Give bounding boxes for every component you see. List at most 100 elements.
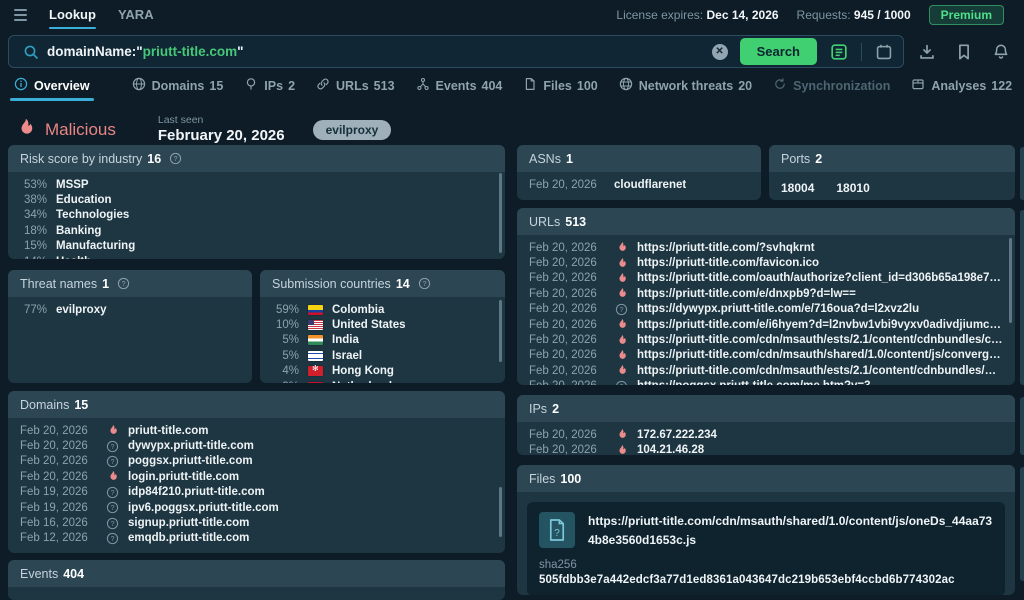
stat-label: Netherlands: [332, 381, 398, 383]
card-header: Submission countries 14 ?: [260, 270, 505, 297]
ip-link[interactable]: 104.21.46.28: [637, 444, 704, 455]
sha256-hash[interactable]: 505fdbb3e7a442edcf3a77d1ed8361a043647dc2…: [539, 574, 993, 586]
tab-label: IPs: [264, 79, 283, 93]
menu-icon[interactable]: [14, 9, 27, 21]
url-link[interactable]: https://priutt-title.com/cdn/msauth/ests…: [637, 365, 1003, 377]
date: Feb 20, 2026: [529, 380, 605, 385]
unknown-verdict-icon: ?: [105, 517, 119, 530]
url-link[interactable]: https://priutt-title.com/cdn/msauth/ests…: [637, 334, 1003, 346]
requests-label: Requests:: [797, 8, 851, 22]
url-row: Feb 20, 2026https://priutt-title.com/e/i…: [529, 317, 1003, 332]
link-icon: [316, 77, 330, 94]
cutoff-card-sliver: [1020, 397, 1024, 455]
url-link[interactable]: https://priutt-title.com/oauth/authorize…: [637, 272, 1003, 284]
file-url[interactable]: https://priutt-title.com/cdn/msauth/shar…: [588, 512, 993, 549]
tab-analyses[interactable]: Analyses 122: [911, 77, 1012, 94]
bell-icon[interactable]: [992, 43, 1010, 61]
card-title: Events: [20, 567, 58, 581]
scrollbar-thumb[interactable]: [499, 300, 502, 362]
scrollbar-thumb[interactable]: [1009, 238, 1012, 323]
help-icon[interactable]: ?: [418, 277, 431, 290]
port-value[interactable]: 18010: [836, 181, 869, 195]
domain-link[interactable]: ipv6.poggsx.priutt-title.com: [128, 502, 279, 514]
card-threat-names: Threat names 1 ? 77%evilproxy: [8, 270, 252, 383]
tab-yara[interactable]: YARA: [118, 0, 154, 30]
download-icon[interactable]: [918, 43, 936, 61]
bookmark-icon[interactable]: [955, 43, 973, 61]
search-templates-icon[interactable]: [830, 43, 848, 61]
url-link[interactable]: https://priutt-title.com/favicon.ico: [637, 257, 819, 269]
tab-network-threats[interactable]: Network threats 20: [619, 77, 752, 94]
tab-urls[interactable]: URLs 513: [316, 77, 395, 94]
help-icon[interactable]: ?: [169, 152, 182, 165]
search-button[interactable]: Search: [740, 38, 817, 65]
help-icon[interactable]: ?: [117, 277, 130, 290]
malicious-fire-icon: [14, 117, 36, 144]
svg-text:?: ?: [110, 536, 114, 543]
us-flag-icon: [308, 320, 323, 330]
domain-link[interactable]: priutt-title.com: [128, 425, 209, 437]
date: Feb 20, 2026: [529, 257, 605, 269]
clear-search-button[interactable]: ✕: [712, 44, 728, 60]
globe-grid-icon: [619, 77, 633, 94]
url-link[interactable]: https://dywypx.priutt-title.com/e/716oua…: [637, 303, 919, 315]
domain-row: Feb 20, 2026priutt-title.com: [20, 423, 493, 438]
percentage: 59%: [272, 304, 299, 316]
card-header: URLs 513: [517, 208, 1015, 235]
domain-link[interactable]: login.priutt-title.com: [128, 471, 239, 483]
url-link[interactable]: https://priutt-title.com/e/dnxpb9?d=lw==: [637, 288, 856, 300]
threat-tag[interactable]: evilproxy: [313, 120, 392, 140]
svg-text:?: ?: [110, 444, 114, 451]
url-link[interactable]: https://priutt-title.com/e/i6hyem?d=l2nv…: [637, 319, 1003, 331]
domain-link[interactable]: dywypx.priutt-title.com: [128, 440, 254, 452]
url-row: Feb 20, 2026 https://priutt-title.com/fav…: [529, 255, 1003, 270]
scrollbar-thumb[interactable]: [499, 487, 502, 537]
stat-label: Colombia: [332, 304, 384, 316]
network-icon: [416, 77, 430, 94]
submission-countries-list: 59%Colombia10%United States5%India5%Isra…: [260, 297, 505, 383]
ip-link[interactable]: 172.67.222.234: [637, 429, 717, 441]
date: Feb 20, 2026: [529, 288, 605, 300]
tab-synchronization[interactable]: Synchronization: [773, 77, 890, 94]
url-row: Feb 20, 2026?https://dywypx.priutt-title…: [529, 302, 1003, 317]
svg-text:?: ?: [110, 521, 114, 528]
card-title: ASNs: [529, 152, 561, 166]
colombia-flag-icon: [308, 305, 323, 315]
malicious-fire-icon: [614, 318, 628, 331]
url-row: Feb 20, 2026 https://priutt-title.com/e/d…: [529, 286, 1003, 301]
date: Feb 20, 2026: [529, 272, 605, 284]
tab-events[interactable]: Events 404: [416, 77, 503, 94]
percentage: 5%: [272, 350, 299, 362]
threat-names-list: 77%evilproxy: [8, 297, 252, 317]
url-link[interactable]: https://poggsx.priutt-title.com/me.htm?v…: [637, 380, 871, 385]
card-asns: ASNs 1 Feb 20, 2026cloudflarenet: [517, 145, 761, 200]
tab-domains[interactable]: Domains 15: [132, 77, 224, 94]
percentage: 5%: [272, 334, 299, 346]
search-query[interactable]: domainName:"priutt-title.com": [47, 44, 712, 59]
query-domain: priutt-title.com: [143, 44, 238, 59]
card-title: Domains: [20, 398, 69, 412]
svg-text:?: ?: [110, 459, 114, 466]
last-seen-label: Last seen: [158, 114, 285, 127]
calendar-icon[interactable]: [875, 43, 893, 61]
scrollbar-thumb[interactable]: [499, 173, 502, 253]
tab-overview[interactable]: Overview: [14, 77, 90, 94]
cutoff-card-sliver: [1020, 147, 1024, 200]
tab-count: 20: [738, 79, 752, 93]
url-link[interactable]: https://priutt-title.com/cdn/msauth/shar…: [637, 349, 1003, 361]
domain-link[interactable]: idp84f210.priutt-title.com: [128, 486, 265, 498]
asn-link[interactable]: cloudflarenet: [614, 179, 686, 191]
tab-files[interactable]: Files 100: [523, 77, 597, 94]
tab-ips[interactable]: IPs 2: [244, 77, 295, 94]
asns-list: Feb 20, 2026cloudflarenet: [517, 172, 761, 192]
tab-lookup[interactable]: Lookup: [49, 0, 96, 30]
domain-row: Feb 12, 2026?emqdb.priutt-title.com: [20, 531, 493, 546]
domain-link[interactable]: emqdb.priutt-title.com: [128, 532, 249, 544]
url-link[interactable]: https://priutt-title.com/?svhqkrnt: [637, 242, 815, 254]
domain-link[interactable]: signup.priutt-title.com: [128, 517, 249, 529]
domain-link[interactable]: poggsx.priutt-title.com: [128, 455, 253, 467]
card-events: Events 404: [8, 560, 505, 600]
search-input[interactable]: domainName:"priutt-title.com" ✕ Search: [8, 35, 904, 68]
date: Feb 20, 2026: [20, 455, 96, 467]
port-value[interactable]: 18004: [781, 181, 814, 195]
